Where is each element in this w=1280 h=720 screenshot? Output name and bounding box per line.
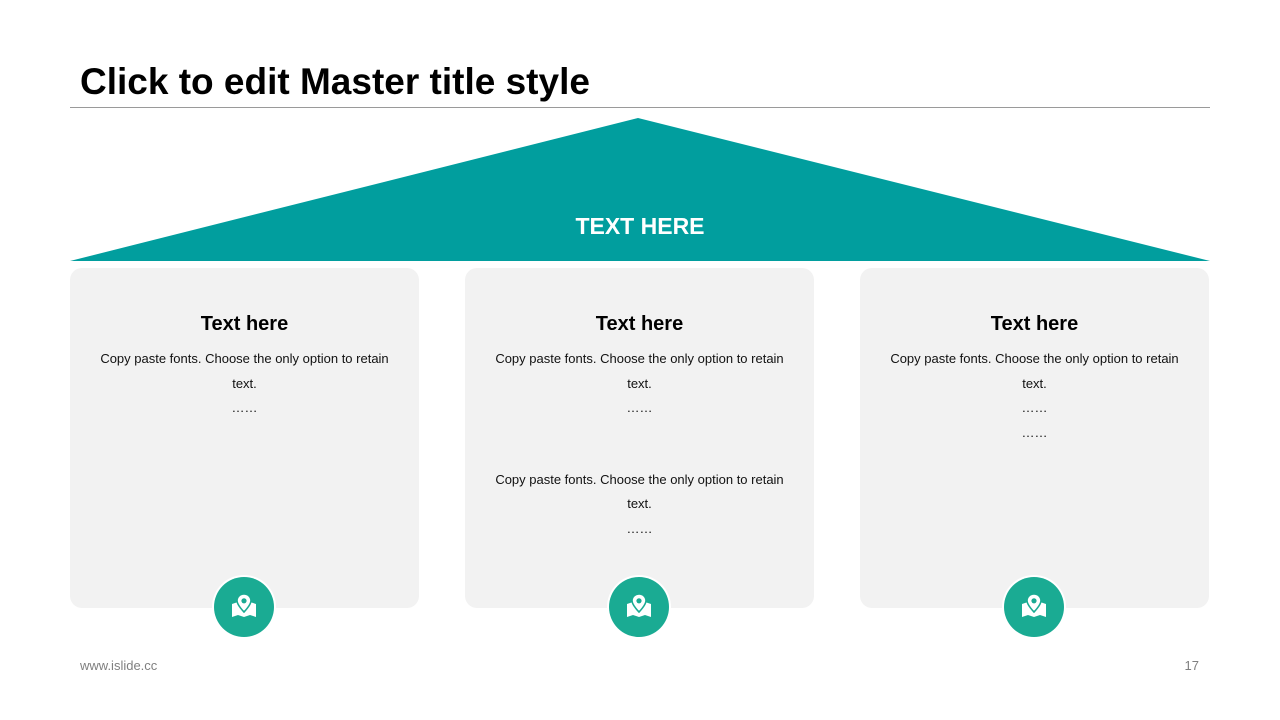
card-body[interactable]: Copy paste fonts. Choose the only option…	[487, 347, 792, 541]
card-text-line: ……	[626, 520, 653, 536]
card-text-line: text.	[1022, 375, 1047, 391]
slide: Click to edit Master title style TEXT HE…	[0, 0, 1280, 720]
card-text-line: ……	[1021, 400, 1048, 415]
card-text-line: ……	[1021, 424, 1048, 440]
card-text-line: text.	[627, 496, 652, 511]
content-card-3: Text here Copy paste fonts. Choose the o…	[860, 268, 1209, 608]
title-divider	[70, 107, 1210, 108]
content-card-2: Text here Copy paste fonts. Choose the o…	[465, 268, 814, 608]
footer-url: www.islide.cc	[80, 658, 158, 673]
map-pin-icon	[609, 577, 669, 637]
page-number: 17	[1184, 658, 1199, 673]
card-text-line: text.	[232, 375, 257, 391]
map-pin-icon	[214, 577, 274, 637]
card-title[interactable]: Text here	[70, 310, 419, 338]
roof-label[interactable]: TEXT HERE	[440, 211, 840, 241]
card-text-line: ……	[231, 400, 258, 415]
card-text-line: Copy paste fonts. Choose the only option…	[100, 351, 389, 366]
card-body[interactable]: Copy paste fonts. Choose the only option…	[92, 347, 397, 421]
card-text-line: Copy paste fonts. Choose the only option…	[495, 471, 784, 487]
card-text-line: text.	[627, 375, 652, 391]
card-title[interactable]: Text here	[465, 310, 814, 338]
card-text-line: ……	[626, 400, 653, 415]
card-title[interactable]: Text here	[860, 310, 1209, 338]
map-pin-icon	[1004, 577, 1064, 637]
card-text-line: Copy paste fonts. Choose the only option…	[495, 351, 784, 366]
card-text-line: Copy paste fonts. Choose the only option…	[890, 351, 1179, 366]
card-body[interactable]: Copy paste fonts. Choose the only option…	[882, 347, 1187, 445]
slide-title[interactable]: Click to edit Master title style	[80, 58, 590, 106]
content-card-1: Text here Copy paste fonts. Choose the o…	[70, 268, 419, 608]
